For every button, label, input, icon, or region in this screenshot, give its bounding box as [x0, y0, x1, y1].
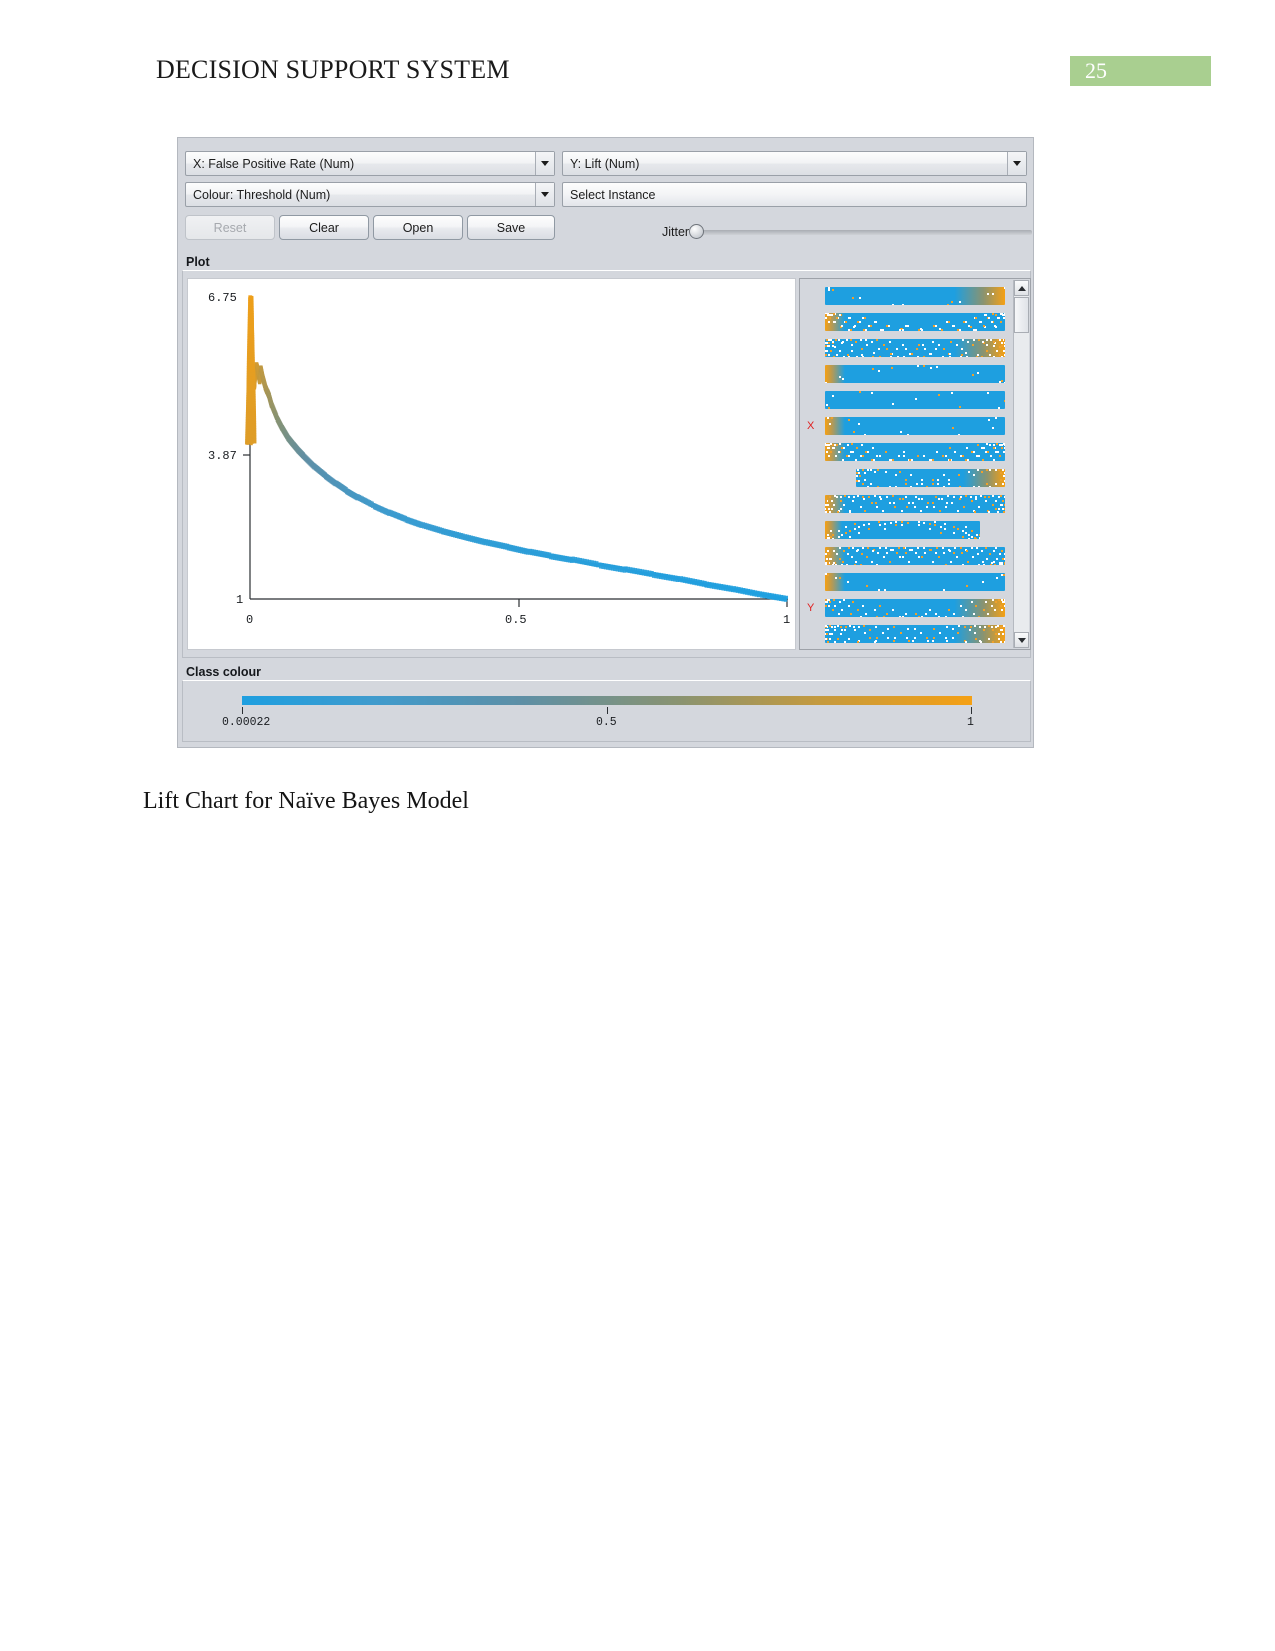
x-axis-selector[interactable]: X: False Positive Rate (Num) — [185, 151, 555, 176]
legend-label-max: 1 — [967, 716, 974, 729]
document-header: DECISION SUPPORT SYSTEM 25 — [0, 0, 1275, 110]
attribute-bar-row[interactable] — [825, 339, 1005, 357]
class-colour-gradient — [242, 696, 972, 705]
y-axis-selector-label: Y: Lift (Num) — [570, 156, 640, 171]
x-axis-selector-label: X: False Positive Rate (Num) — [193, 156, 355, 171]
attribute-bars-list: XY — [803, 282, 1010, 648]
x-axis-marker: X — [807, 420, 815, 432]
scatter-plot-canvas[interactable]: 6.75 3.87 1 0 0.5 1 — [187, 278, 796, 650]
attribute-bar-row[interactable] — [825, 443, 1005, 461]
y-axis-selector[interactable]: Y: Lift (Num) — [562, 151, 1027, 176]
jitter-slider-knob[interactable] — [689, 223, 705, 239]
attribute-bar-row[interactable] — [825, 495, 1005, 513]
attribute-bar-row[interactable] — [825, 469, 1005, 487]
attribute-bar — [825, 287, 1005, 305]
jitter-slider-row: Jitter — [662, 222, 1032, 242]
y-tick-label-max: 6.75 — [208, 291, 237, 305]
page-title: DECISION SUPPORT SYSTEM — [156, 55, 510, 84]
attribute-bar — [825, 625, 1005, 643]
attribute-bar — [825, 417, 1005, 435]
attribute-bars-panel[interactable]: XY — [799, 278, 1031, 650]
attribute-bar — [825, 573, 1005, 591]
scroll-down-icon[interactable] — [1014, 632, 1029, 648]
attribute-bar — [825, 599, 1005, 617]
legend-tick-max — [971, 707, 972, 714]
jitter-slider[interactable] — [689, 223, 1032, 239]
y-tick-label-min: 1 — [236, 593, 243, 607]
attribute-bar — [855, 469, 1005, 487]
legend-tick-min — [242, 707, 243, 714]
weka-visualize-panel: X: False Positive Rate (Num) Y: Lift (Nu… — [177, 137, 1034, 748]
y-tick-label-mid: 3.87 — [208, 449, 237, 463]
attribute-bar-row[interactable] — [825, 313, 1005, 331]
y-axis-marker: Y — [807, 602, 815, 614]
attribute-bar-row[interactable] — [825, 417, 1005, 435]
chevron-down-icon[interactable] — [1007, 152, 1026, 175]
page-number-label: 25 — [1085, 58, 1107, 83]
colour-selector[interactable]: Colour: Threshold (Num) — [185, 182, 555, 207]
scrollbar-thumb[interactable] — [1014, 297, 1029, 333]
attribute-bar — [825, 521, 980, 539]
attribute-bar — [825, 313, 1005, 331]
clear-button[interactable]: Clear — [279, 215, 369, 240]
x-tick-label-min: 0 — [246, 613, 253, 627]
legend-label-min: 0.00022 — [222, 716, 271, 729]
figure-caption: Lift Chart for Naïve Bayes Model — [143, 788, 469, 814]
plot-group-label: Plot — [186, 255, 210, 269]
legend-label-mid: 0.5 — [596, 716, 617, 729]
attribute-bar — [825, 365, 1005, 383]
attribute-bar-row[interactable] — [825, 521, 1005, 539]
jitter-label: Jitter — [662, 225, 690, 239]
plot-axes — [243, 297, 788, 607]
instance-selector-label: Select Instance — [570, 187, 656, 202]
attribute-bar-row[interactable] — [825, 625, 1005, 643]
instance-selector[interactable]: Select Instance — [562, 182, 1027, 207]
colour-selector-label: Colour: Threshold (Num) — [193, 187, 331, 202]
legend-tick-mid — [607, 707, 608, 714]
x-tick-label-mid: 0.5 — [505, 613, 527, 627]
x-tick-label-max: 1 — [783, 613, 790, 627]
attribute-bar-row[interactable] — [825, 547, 1005, 565]
save-button[interactable]: Save — [467, 215, 555, 240]
attribute-bar-row[interactable] — [825, 287, 1005, 305]
attribute-bar — [825, 391, 1005, 409]
reset-button[interactable]: Reset — [185, 215, 275, 240]
scroll-up-icon[interactable] — [1014, 280, 1029, 296]
attribute-panel-scrollbar[interactable] — [1013, 280, 1029, 648]
chevron-down-icon[interactable] — [535, 152, 554, 175]
attribute-bar — [825, 547, 1005, 565]
attribute-bar-row[interactable] — [825, 599, 1005, 617]
threshold-spike-points — [245, 295, 257, 446]
attribute-bar-row[interactable] — [825, 365, 1005, 383]
scatter-plot-svg: 6.75 3.87 1 0 0.5 1 — [208, 291, 790, 627]
lift-curve-points — [248, 295, 789, 602]
class-colour-group-label: Class colour — [186, 665, 262, 679]
attribute-bar-row[interactable] — [825, 573, 1005, 591]
open-button[interactable]: Open — [373, 215, 463, 240]
attribute-bar — [825, 495, 1005, 513]
attribute-bar — [825, 339, 1005, 357]
attribute-bar — [825, 443, 1005, 461]
chevron-down-icon[interactable] — [535, 183, 554, 206]
attribute-bar-row[interactable] — [825, 391, 1005, 409]
